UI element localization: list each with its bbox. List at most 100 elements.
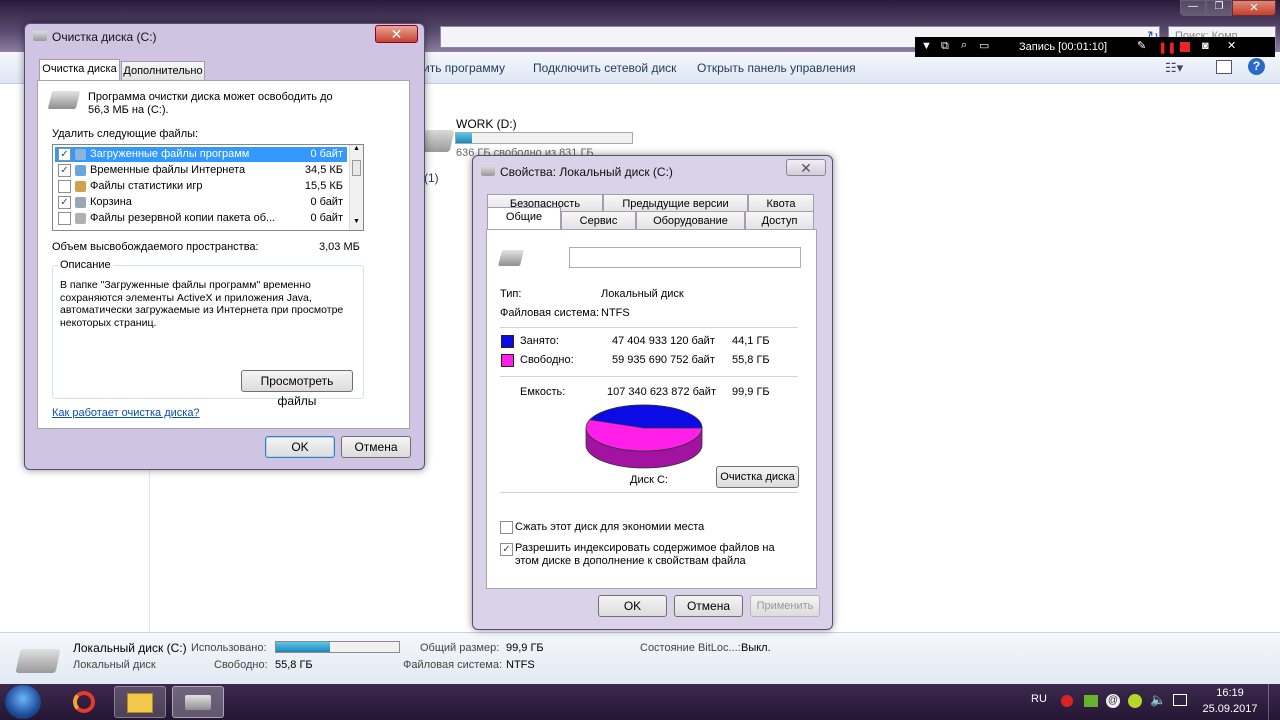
file-checkbox[interactable]: ✓: [58, 196, 71, 209]
disk-cleanup-title: Очистка диска (C:): [52, 30, 157, 44]
drive-d-name[interactable]: WORK (D:): [456, 117, 517, 131]
separator: [500, 327, 798, 328]
volume-label-input[interactable]: [569, 247, 801, 268]
tray-record-icon[interactable]: [1061, 695, 1073, 707]
tray-update-icon[interactable]: [1128, 694, 1142, 708]
recorder-menu-icon[interactable]: ▼: [921, 40, 932, 52]
recorder-close-icon[interactable]: ✕: [1227, 39, 1236, 52]
file-list-row[interactable]: ✓ Временные файлы Интернета 34,5 КБ: [55, 163, 347, 178]
show-desktop-button[interactable]: [1268, 684, 1280, 720]
tab-hardware[interactable]: Оборудование: [636, 211, 745, 231]
taskbar: RU @ 🔈 16:19 25.09.2017: [0, 684, 1280, 720]
file-name: Корзина: [90, 196, 132, 208]
capacity-gb: 99,9 ГБ: [732, 386, 770, 398]
file-checkbox[interactable]: ✓: [58, 148, 71, 161]
delete-files-label: Удалить следующие файлы:: [52, 128, 199, 140]
file-checkbox[interactable]: [58, 212, 71, 225]
clock-time[interactable]: 16:19: [1205, 687, 1255, 699]
cleanup-close-button[interactable]: ✕: [375, 25, 418, 43]
file-type-icon: [75, 165, 86, 176]
details-bitlocker-value: Выкл.: [741, 642, 771, 654]
properties-cancel-button[interactable]: Отмена: [674, 595, 743, 617]
tab-sharing[interactable]: Доступ: [745, 211, 814, 231]
index-checkbox[interactable]: ✓: [500, 543, 513, 556]
disk-usage-pie: [585, 404, 703, 469]
view-options-icon[interactable]: ☷▾: [1165, 60, 1183, 76]
separator: [500, 492, 798, 493]
files-list-scrollbar[interactable]: ▲ ▼: [349, 145, 363, 230]
properties-ok-button[interactable]: OK: [598, 595, 667, 617]
file-size: 0 байт: [310, 212, 343, 224]
index-label[interactable]: Разрешить индексировать содержимое файло…: [515, 542, 795, 568]
filesystem-value: NTFS: [601, 307, 630, 319]
file-size: 0 байт: [310, 196, 343, 208]
files-list[interactable]: ✓ Загруженные файлы программ 0 байт ✓ Времен…: [52, 144, 364, 231]
recorder-pause-icon[interactable]: ❚❚: [1158, 41, 1176, 54]
file-type-icon: [75, 213, 86, 224]
recorder-zoom-icon[interactable]: ⌕: [961, 39, 967, 52]
screen-recorder-bar: ▼ ⧉ ⌕ ▭ Запись [00:01:10] ✎ ❚❚ ◙ ✕: [915, 37, 1275, 57]
cleanup-cancel-button[interactable]: Отмена: [341, 436, 411, 458]
file-type-icon: [75, 197, 86, 208]
clock-date[interactable]: 25.09.2017: [1202, 703, 1258, 715]
explorer-close-button[interactable]: ✕: [1232, 0, 1276, 16]
recorder-region-icon[interactable]: ▭: [979, 39, 989, 52]
help-icon[interactable]: ?: [1248, 58, 1265, 75]
tray-agent-icon[interactable]: @: [1106, 694, 1120, 708]
details-fs-label: Файловая система:: [403, 659, 503, 671]
tab-tools[interactable]: Сервис: [561, 211, 636, 231]
file-list-row[interactable]: Файлы резервной копии пакета об... 0 байт: [55, 211, 347, 226]
tab-general[interactable]: Общие: [487, 207, 561, 229]
details-free-label: Свободно:: [214, 659, 268, 671]
compress-checkbox[interactable]: [500, 521, 513, 534]
language-indicator[interactable]: RU: [1031, 693, 1047, 705]
file-name: Загруженные файлы программ: [90, 148, 250, 160]
disk-cleanup-button[interactable]: Очистка диска: [716, 466, 799, 488]
preview-pane-icon[interactable]: [1216, 60, 1232, 74]
taskbar-disk-cleanup-app[interactable]: [172, 686, 224, 718]
used-label: Занято:: [520, 335, 559, 347]
general-tab-panel: Тип: Локальный диск Файловая система: NT…: [486, 229, 817, 589]
how-cleanup-works-link[interactable]: Как работает очистка диска?: [52, 407, 200, 419]
taskbar-explorer-app[interactable]: [114, 686, 166, 718]
recorder-window-icon[interactable]: ⧉: [941, 40, 949, 53]
used-bytes: 47 404 933 120 байт: [612, 335, 715, 347]
explorer-maximize-button[interactable]: ❐: [1206, 0, 1232, 16]
properties-apply-button[interactable]: Применить: [750, 595, 820, 617]
file-list-row[interactable]: Файлы статистики игр 15,5 КБ: [55, 179, 347, 194]
properties-close-button[interactable]: ✕: [786, 159, 826, 176]
details-bitlocker-label: Состояние BitLoc...:: [640, 642, 741, 654]
view-files-button[interactable]: Просмотреть файлы: [241, 370, 353, 408]
cleanup-ok-button[interactable]: OK: [265, 436, 335, 458]
file-size: 0 байт: [310, 148, 343, 160]
file-list-row[interactable]: ✓ Корзина 0 байт: [55, 195, 347, 210]
disk-cleanup-dialog: Очистка диска (C:) ✕ Очистка диска Допол…: [24, 23, 425, 470]
recorder-camera-icon[interactable]: ◙: [1202, 40, 1209, 52]
file-checkbox[interactable]: ✓: [58, 164, 71, 177]
network-icon[interactable]: [1173, 694, 1187, 706]
disk-cleanup-title-icon: [33, 31, 47, 41]
tab-more-options[interactable]: Дополнительно: [121, 61, 205, 81]
file-checkbox[interactable]: [58, 180, 71, 193]
recorder-stop-icon[interactable]: [1180, 42, 1190, 52]
file-list-row[interactable]: ✓ Загруженные файлы программ 0 байт: [55, 147, 347, 162]
used-color-swatch: [501, 335, 514, 348]
taskbar-browser-app[interactable]: [58, 686, 110, 718]
toolbar-map-network-drive[interactable]: Подключить сетевой диск: [533, 61, 676, 75]
drive-c-icon: [15, 649, 61, 673]
start-button[interactable]: [5, 685, 41, 719]
file-size: 34,5 КБ: [304, 164, 343, 176]
details-total-label: Общий размер:: [420, 642, 500, 654]
explorer-minimize-button[interactable]: —: [1180, 0, 1206, 16]
toolbar-open-control-panel[interactable]: Открыть панель управления: [697, 61, 856, 75]
recorder-pen-icon[interactable]: ✎: [1137, 39, 1146, 52]
cleanup-tab-panel: Программа очистки диска может освободить…: [37, 80, 410, 429]
type-value: Локальный диск: [601, 288, 684, 300]
file-name: Файлы статистики игр: [90, 180, 203, 192]
tray-nvidia-icon[interactable]: [1084, 695, 1098, 707]
compress-label[interactable]: Сжать этот диск для экономии места: [515, 521, 704, 533]
toolbar-uninstall-program[interactable]: ить программу: [423, 61, 505, 75]
file-name: Файлы резервной копии пакета об...: [90, 212, 276, 224]
tab-disk-cleanup[interactable]: Очистка диска: [39, 59, 120, 81]
volume-icon[interactable]: 🔈: [1150, 692, 1166, 708]
